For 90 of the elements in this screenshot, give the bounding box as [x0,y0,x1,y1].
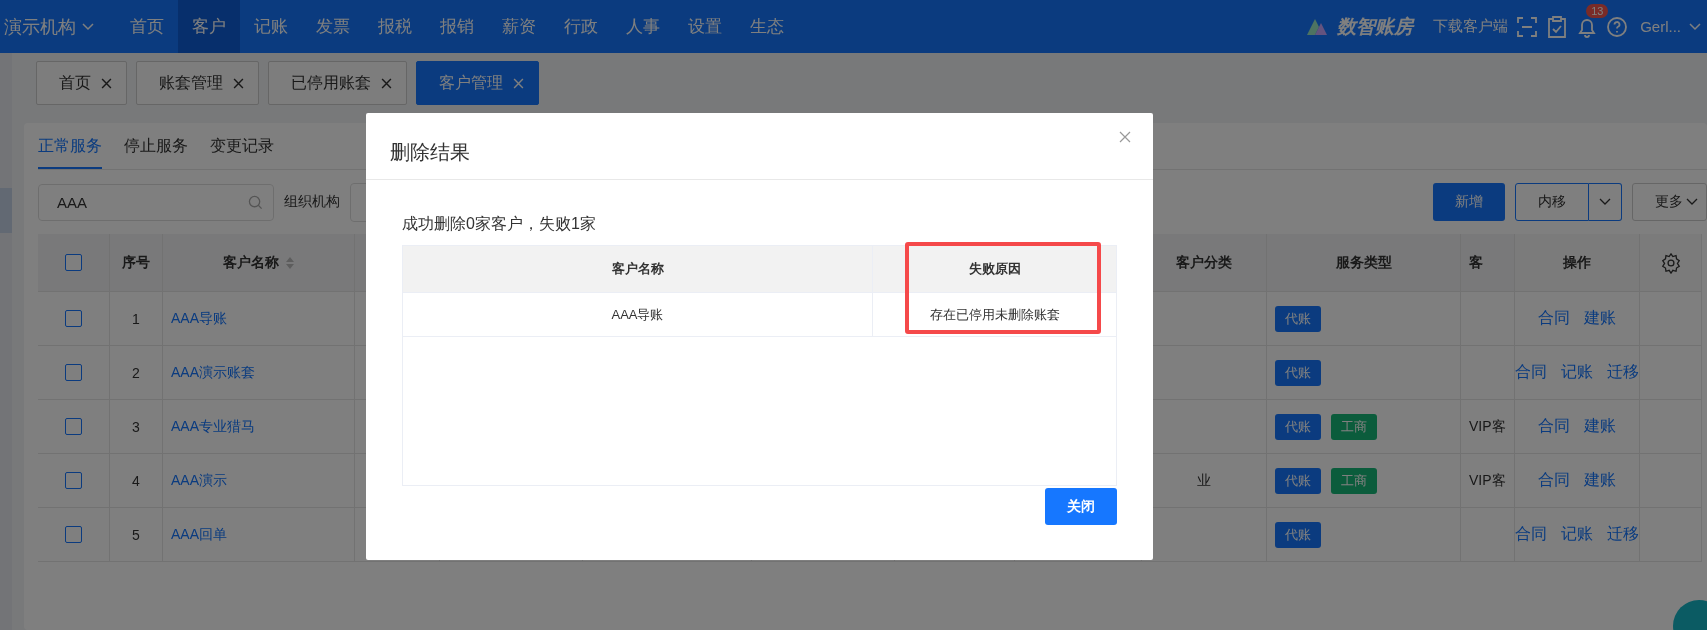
nav-item[interactable]: 首页 [116,0,178,53]
checkbox[interactable] [65,472,82,489]
search-icon [248,194,263,210]
sort-icon[interactable] [284,255,295,270]
table-cell-text: 存在已停用未删除账套 [928,305,1061,324]
action-link[interactable]: 合同 [1538,308,1570,329]
caret-icon [1689,22,1701,31]
action-link[interactable]: 记账 [1561,524,1593,545]
service-tag: 代账 [1275,521,1321,548]
close-icon[interactable] [381,77,392,89]
service-tab[interactable]: 正常服务 [38,136,102,169]
download-link[interactable]: 下载客户端 [1433,17,1509,36]
column-header: 序号 [110,234,163,292]
action-link[interactable]: 合同 [1515,524,1547,545]
column-header: 客户名称 [222,253,279,272]
nav-item[interactable]: 设置 [674,0,736,53]
table-cell: 1 [110,292,163,346]
page-tab[interactable]: 首页 [36,61,127,105]
nav-item[interactable]: 发票 [302,0,364,53]
settings-icon[interactable] [1659,251,1682,274]
column-header: 客户名称 [403,246,873,292]
help-icon[interactable] [1606,15,1629,38]
customer-link[interactable]: AAA专业猎马 [171,417,255,436]
column-header: 客 [1461,234,1515,292]
service-tag: 工商 [1331,467,1377,494]
page-tab[interactable]: 客户管理 [416,61,539,105]
column-header: 失败原因 [967,260,1022,278]
action-link[interactable]: 记账 [1561,362,1593,383]
action-link[interactable]: 合同 [1515,362,1547,383]
close-button[interactable]: 关闭 [1045,488,1117,525]
service-tab[interactable]: 停止服务 [124,136,188,169]
nav-item[interactable]: 记账 [240,0,302,53]
table-cell: AAA导账 [403,293,873,336]
filter-label: 组织机构 [284,193,340,211]
action-link[interactable]: 合同 [1538,470,1570,491]
dialog-title: 删除结果 [390,139,470,165]
nav-item[interactable]: 报税 [364,0,426,53]
scan-icon[interactable] [1516,15,1539,38]
result-message: 成功删除0家客户，失败1家 [402,214,597,234]
customer-link[interactable]: AAA演示账套 [171,363,255,382]
service-tag: 代账 [1275,467,1321,494]
close-icon[interactable] [101,77,112,89]
caret-icon [1686,198,1698,206]
brand-name: 数智账房 [1337,14,1414,39]
table-cell: 5 [110,508,163,562]
dropdown-button[interactable] [1589,183,1622,221]
close-icon[interactable] [233,77,244,89]
checkbox[interactable] [65,310,82,327]
caret-icon [82,22,94,31]
action-link[interactable]: 合同 [1538,416,1570,437]
service-tag: 代账 [1275,413,1321,440]
column-header: 服务类型 [1267,234,1461,292]
action-link[interactable]: 建账 [1584,470,1616,491]
action-link[interactable]: 建账 [1584,416,1616,437]
page-tab[interactable]: 账套管理 [136,61,259,105]
service-tab[interactable]: 变更记录 [210,136,274,169]
search-field[interactable]: AAA [38,183,274,221]
service-tag: 代账 [1275,305,1321,332]
more-button[interactable]: 更多 [1632,183,1707,221]
notification-badge: 13 [1586,3,1609,18]
user-menu[interactable]: Gerl... [1640,18,1681,35]
customer-link[interactable]: AAA导账 [171,309,227,328]
nav-item[interactable]: 报销 [426,0,488,53]
customer-link[interactable]: AAA演示 [171,471,227,490]
column-header: 操作 [1515,234,1640,292]
nav-item[interactable]: 客户 [178,0,240,53]
table-cell: 2 [110,346,163,400]
customer-link[interactable]: AAA回单 [171,525,227,544]
action-link[interactable]: 迁移 [1607,524,1639,545]
add-button[interactable]: 新增 [1433,183,1505,221]
move-button[interactable]: 内移 [1515,183,1589,221]
nav-item[interactable]: 行政 [550,0,612,53]
nav-item[interactable]: 薪资 [488,0,550,53]
page-tab[interactable]: 已停用账套 [268,61,407,105]
checkbox[interactable] [65,418,82,435]
table-cell: 3 [110,400,163,454]
checkbox[interactable] [65,254,82,271]
action-link[interactable]: 迁移 [1607,362,1639,383]
org-selector[interactable]: 演示机构 [0,14,116,39]
checkbox[interactable] [65,526,82,543]
action-link[interactable]: 建账 [1584,308,1616,329]
clipboard-check-icon[interactable] [1546,15,1569,38]
checkbox[interactable] [65,364,82,381]
service-tag: 工商 [1331,413,1377,440]
close-icon[interactable] [1119,131,1131,143]
nav-item[interactable]: 生态 [736,0,798,53]
service-tag: 代账 [1275,359,1321,386]
caret-icon [1599,198,1611,206]
nav-item[interactable]: 人事 [612,0,674,53]
table-cell: 4 [110,454,163,508]
